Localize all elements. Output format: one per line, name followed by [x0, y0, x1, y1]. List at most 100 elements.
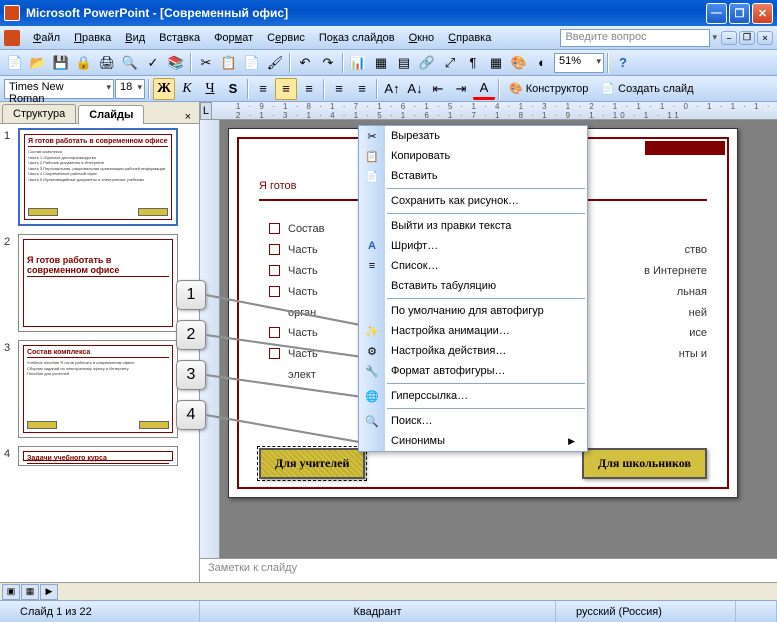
slideshow-view-button[interactable]: ▶	[40, 584, 58, 600]
search-icon: 🔍	[364, 413, 380, 429]
minimize-button[interactable]: —	[706, 3, 727, 24]
doc-close-button[interactable]: ×	[757, 31, 773, 45]
menu-edit[interactable]: Правка	[67, 29, 118, 47]
cm-search[interactable]: 🔍Поиск…	[359, 411, 587, 431]
ruler-corner[interactable]: L	[200, 102, 212, 120]
help-question-input[interactable]: Введите вопрос	[560, 29, 710, 47]
expand-button[interactable]: ⤢	[439, 52, 461, 74]
cm-save-as-picture[interactable]: Сохранить как рисунок…	[359, 191, 587, 211]
tables-borders-button[interactable]: ▤	[393, 52, 415, 74]
status-language[interactable]: русский (Россия)	[556, 601, 736, 622]
horizontal-ruler[interactable]: 1 · 9 · 1 · 8 · 1 · 7 · 1 · 6 · 1 · 5 · …	[212, 102, 777, 120]
underline-button[interactable]: Ч	[199, 78, 221, 100]
new-slide-button[interactable]: 📄Создать слайд	[595, 78, 699, 100]
menu-insert[interactable]: Вставка	[152, 29, 207, 47]
slide-thumbnail-1[interactable]: Я готов работать в современном офисе Сос…	[18, 128, 178, 226]
zoom-combo[interactable]: 51%	[554, 53, 604, 73]
permission-button[interactable]: 🔒	[73, 52, 95, 74]
maximize-button[interactable]: ❐	[729, 3, 750, 24]
spellcheck-button[interactable]: ✓	[142, 52, 164, 74]
open-button[interactable]: 📂	[27, 52, 49, 74]
slides-panel: Структура Слайды × 1 Я готов работать в …	[0, 102, 200, 582]
copy-button[interactable]: 📋	[218, 52, 240, 74]
slide-thumbnail-2[interactable]: Я готов работать в современном офисе	[18, 234, 178, 332]
preview-button[interactable]: 🔍	[119, 52, 141, 74]
paste-button[interactable]: 📄	[241, 52, 263, 74]
research-button[interactable]: 📚	[165, 52, 187, 74]
hyperlink-button[interactable]: 🔗	[416, 52, 438, 74]
menu-help[interactable]: Справка	[441, 29, 498, 47]
shadow-button[interactable]: S	[222, 78, 244, 100]
cm-copy[interactable]: 📋Копировать	[359, 146, 587, 166]
cm-hyperlink[interactable]: 🌐Гиперссылка…	[359, 386, 587, 406]
align-center-button[interactable]: ≡	[275, 78, 297, 100]
decrease-indent-button[interactable]: ⇤	[427, 78, 449, 100]
thumbnails-list[interactable]: 1 Я готов работать в современном офисе С…	[0, 124, 199, 582]
cm-animation[interactable]: ✨Настройка анимации…	[359, 321, 587, 341]
cm-synonyms[interactable]: Синонимы▶	[359, 431, 587, 451]
undo-button[interactable]: ↶	[294, 52, 316, 74]
increase-font-button[interactable]: A↑	[381, 78, 403, 100]
teachers-button[interactable]: Для учителей	[259, 448, 365, 479]
menu-file[interactable]: Файл	[26, 29, 67, 47]
callout-3: 3	[176, 360, 206, 390]
font-color-button[interactable]: A	[473, 78, 495, 100]
menu-window[interactable]: Окно	[402, 29, 442, 47]
align-right-button[interactable]: ≡	[298, 78, 320, 100]
save-button[interactable]: 💾	[50, 52, 72, 74]
numbering-button[interactable]: ≡	[328, 78, 350, 100]
cm-default-autoshape[interactable]: По умолчанию для автофигур	[359, 301, 587, 321]
slide-thumbnail-4[interactable]: Задачи учебного курса	[18, 446, 178, 466]
cm-paste[interactable]: 📄Вставить	[359, 166, 587, 186]
normal-view-button[interactable]: ▣	[2, 584, 20, 600]
panel-close-button[interactable]: ×	[181, 111, 195, 123]
menu-bar: Файл Правка Вид Вставка Формат Сервис По…	[0, 26, 777, 50]
cm-format-autoshape[interactable]: 🔧Формат автофигуры…	[359, 361, 587, 381]
redo-button[interactable]: ↷	[317, 52, 339, 74]
menu-view[interactable]: Вид	[118, 29, 152, 47]
increase-indent-button[interactable]: ⇥	[450, 78, 472, 100]
help-button[interactable]: ?	[612, 52, 634, 74]
cut-button[interactable]: ✂	[195, 52, 217, 74]
standard-toolbar: 📄 📂 💾 🔒 🖨 🔍 ✓ 📚 ✂ 📋 📄 🖌 ↶ ↷ 📊 ▦ ▤ 🔗 ⤢ ¶ …	[0, 50, 777, 76]
chart-button[interactable]: 📊	[347, 52, 369, 74]
align-left-button[interactable]: ≡	[252, 78, 274, 100]
notes-pane[interactable]: Заметки к слайду	[200, 558, 777, 582]
view-mode-buttons: ▣ ▦ ▶	[0, 584, 61, 600]
close-button[interactable]: ✕	[752, 3, 773, 24]
app-menu-icon[interactable]	[4, 30, 20, 46]
bold-button[interactable]: Ж	[153, 78, 175, 100]
cm-action[interactable]: ⚙Настройка действия…	[359, 341, 587, 361]
students-button[interactable]: Для школьников	[582, 448, 707, 479]
show-formatting-button[interactable]: ¶	[462, 52, 484, 74]
format-painter-button[interactable]: 🖌	[264, 52, 286, 74]
font-size-combo[interactable]: 18	[115, 79, 145, 99]
font-combo[interactable]: Times New Roman	[4, 79, 114, 99]
menu-slideshow[interactable]: Показ слайдов	[312, 29, 402, 47]
italic-button[interactable]: К	[176, 78, 198, 100]
sorter-view-button[interactable]: ▦	[21, 584, 39, 600]
grayscale-button[interactable]: ◐	[531, 52, 553, 74]
decrease-font-button[interactable]: A↓	[404, 78, 426, 100]
cm-cut[interactable]: ✂Вырезать	[359, 126, 587, 146]
action-icon: ⚙	[364, 343, 380, 359]
menu-tools[interactable]: Сервис	[260, 29, 312, 47]
table-button[interactable]: ▦	[370, 52, 392, 74]
bullets-button[interactable]: ≡	[351, 78, 373, 100]
grid-button[interactable]: ▦	[485, 52, 507, 74]
tab-slides[interactable]: Слайды	[78, 105, 144, 124]
title-bar: Microsoft PowerPoint - [Современный офис…	[0, 0, 777, 26]
print-button[interactable]: 🖨	[96, 52, 118, 74]
menu-format[interactable]: Формат	[207, 29, 260, 47]
doc-restore-button[interactable]: ❐	[739, 31, 755, 45]
color-button[interactable]: 🎨	[508, 52, 530, 74]
slide-thumbnail-3[interactable]: Состав комплекса Учебное пособие Я готов…	[18, 340, 178, 438]
cm-list[interactable]: ≡Список…	[359, 256, 587, 276]
tab-outline[interactable]: Структура	[2, 104, 76, 123]
new-button[interactable]: 📄	[4, 52, 26, 74]
cm-exit-text-edit[interactable]: Выйти из правки текста	[359, 216, 587, 236]
cm-font[interactable]: AШрифт…	[359, 236, 587, 256]
designer-button[interactable]: 🎨Конструктор	[503, 78, 594, 100]
doc-minimize-button[interactable]: –	[721, 31, 737, 45]
cm-insert-tab[interactable]: Вставить табуляцию	[359, 276, 587, 296]
